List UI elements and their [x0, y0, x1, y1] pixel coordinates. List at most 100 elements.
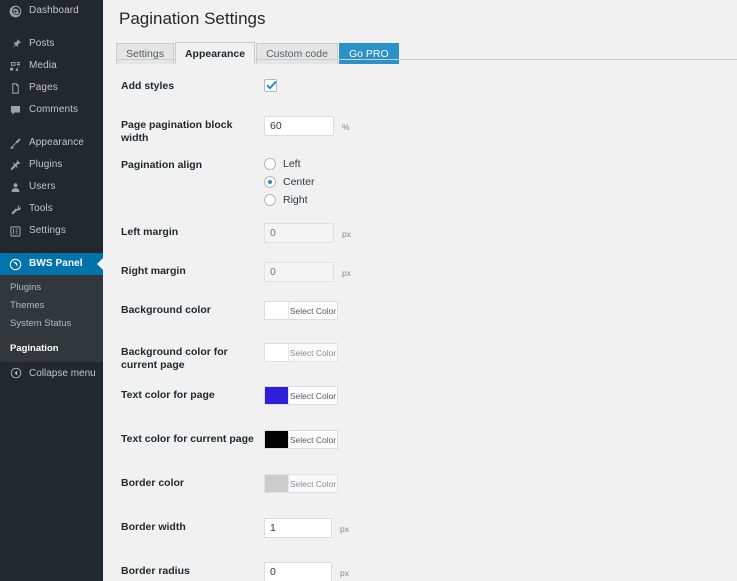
page-icon: [8, 81, 23, 95]
row-add-styles: Add styles: [103, 77, 737, 105]
background-color-swatch: [265, 302, 289, 319]
sidebar-item-media[interactable]: Media: [0, 55, 103, 77]
text-color-page-select-button[interactable]: Select Color: [289, 387, 337, 404]
row-border-color: Border color Select Color: [103, 474, 737, 502]
sidebar-item-label: Users: [29, 181, 56, 192]
radio-align-center[interactable]: Center: [264, 176, 315, 188]
text-color-page-label: Text color for page: [121, 389, 215, 401]
tab-appearance[interactable]: Appearance: [174, 42, 256, 64]
text-color-current-label: Text color for current page: [121, 433, 254, 445]
border-width-suffix: px: [340, 524, 349, 534]
add-styles-checkbox[interactable]: [264, 79, 277, 92]
row-text-color-page: Text color for page Select Color: [103, 386, 737, 414]
comment-icon: [8, 103, 23, 117]
radio-align-left[interactable]: Left: [264, 158, 315, 170]
radio-left-label: Left: [283, 158, 301, 170]
radio-center-control[interactable]: [264, 176, 276, 188]
sidebar-item-label: BWS Panel: [29, 258, 83, 269]
sidebar-item-label: Comments: [29, 104, 79, 115]
sidebar-item-pages[interactable]: Pages: [0, 77, 103, 99]
sidebar-item-comments[interactable]: Comments: [0, 99, 103, 121]
collapse-menu-button[interactable]: Collapse menu: [0, 362, 103, 384]
block-width-label: Page pagination block width: [121, 119, 233, 144]
sidebar-item-users[interactable]: Users: [0, 176, 103, 198]
border-width-label: Border width: [121, 521, 186, 533]
admin-sidebar: Dashboard Posts Media Pages Comments App…: [0, 0, 103, 581]
background-color-current-select-button[interactable]: Select Color: [289, 344, 337, 361]
radio-right-label: Right: [283, 194, 308, 206]
radio-left-control[interactable]: [264, 158, 276, 170]
sidebar-item-dashboard[interactable]: Dashboard: [0, 0, 103, 22]
sidebar-divider: [0, 242, 103, 253]
background-color-current-picker[interactable]: Select Color: [264, 343, 338, 362]
submenu-item-pagination[interactable]: Pagination: [0, 340, 103, 358]
row-background-color-current: Background color for current page Select…: [103, 343, 737, 372]
appearance-settings-form: Add styles Page pagination block width %…: [103, 77, 737, 581]
text-color-current-picker[interactable]: Select Color: [264, 430, 338, 449]
page-title: Pagination Settings: [119, 9, 266, 28]
pin-icon: [8, 37, 23, 51]
sidebar-submenu: Plugins Themes System Status Pagination: [0, 275, 103, 362]
block-width-input[interactable]: [264, 116, 334, 136]
submenu-item-system-status[interactable]: System Status: [0, 315, 103, 333]
sidebar-item-bws-panel[interactable]: BWS Panel: [0, 253, 103, 275]
text-color-current-swatch: [265, 431, 289, 448]
row-right-margin: Right margin px: [103, 262, 737, 290]
sidebar-divider: [0, 22, 103, 33]
sidebar-item-label: Media: [29, 60, 57, 71]
border-radius-suffix: px: [340, 568, 349, 578]
row-block-width: Page pagination block width %: [103, 116, 737, 145]
submenu-item-themes[interactable]: Themes: [0, 297, 103, 315]
border-color-picker[interactable]: Select Color: [264, 474, 338, 493]
main-content: Pagination Settings Settings Appearance …: [103, 0, 737, 581]
border-color-swatch: [265, 475, 289, 492]
border-width-input[interactable]: [264, 518, 332, 538]
background-color-select-button[interactable]: Select Color: [289, 302, 337, 319]
collapse-arrow-icon: [8, 367, 23, 379]
wrench-icon: [8, 202, 23, 216]
background-color-picker[interactable]: Select Color: [264, 301, 338, 320]
row-border-width: Border width px: [103, 518, 737, 546]
row-left-margin: Left margin px: [103, 223, 737, 251]
tab-settings[interactable]: Settings: [116, 43, 174, 64]
sidebar-item-label: Pages: [29, 82, 58, 93]
sidebar-item-settings[interactable]: Settings: [0, 220, 103, 242]
background-color-label: Background color: [121, 304, 211, 316]
text-color-page-picker[interactable]: Select Color: [264, 386, 338, 405]
sidebar-item-tools[interactable]: Tools: [0, 198, 103, 220]
radio-align-right[interactable]: Right: [264, 194, 315, 206]
left-margin-label: Left margin: [121, 226, 179, 238]
radio-right-control[interactable]: [264, 194, 276, 206]
submenu-divider: [0, 333, 103, 340]
sidebar-item-appearance[interactable]: Appearance: [0, 132, 103, 154]
row-background-color: Background color Select Color: [103, 301, 737, 329]
right-margin-label: Right margin: [121, 265, 186, 277]
sidebar-item-plugins[interactable]: Plugins: [0, 154, 103, 176]
border-radius-input[interactable]: [264, 562, 332, 581]
right-margin-suffix: px: [342, 268, 351, 278]
right-margin-input[interactable]: [264, 262, 334, 282]
sidebar-item-label: Plugins: [29, 159, 63, 170]
paintbrush-icon: [8, 136, 23, 150]
block-width-suffix: %: [342, 122, 350, 132]
text-color-current-select-button[interactable]: Select Color: [289, 431, 337, 448]
user-icon: [8, 180, 23, 194]
sliders-icon: [8, 224, 23, 238]
dashboard-icon: [8, 4, 23, 18]
sidebar-divider: [0, 121, 103, 132]
media-icon: [8, 59, 23, 73]
sidebar-item-label: Appearance: [29, 137, 84, 148]
sidebar-item-posts[interactable]: Posts: [0, 33, 103, 55]
left-margin-input[interactable]: [264, 223, 334, 243]
tab-go-pro[interactable]: Go PRO: [338, 43, 399, 64]
border-radius-label: Border radius: [121, 565, 190, 577]
tab-custom-code[interactable]: Custom code: [256, 43, 338, 64]
left-margin-suffix: px: [342, 229, 351, 239]
sidebar-item-label: Posts: [29, 38, 55, 49]
sidebar-item-label: Settings: [29, 225, 66, 236]
border-color-select-button[interactable]: Select Color: [289, 475, 337, 492]
add-styles-label: Add styles: [121, 80, 175, 92]
submenu-item-plugins[interactable]: Plugins: [0, 279, 103, 297]
wordpress-admin-screen: Dashboard Posts Media Pages Comments App…: [0, 0, 737, 581]
background-color-current-label: Background color for current page: [121, 346, 228, 371]
